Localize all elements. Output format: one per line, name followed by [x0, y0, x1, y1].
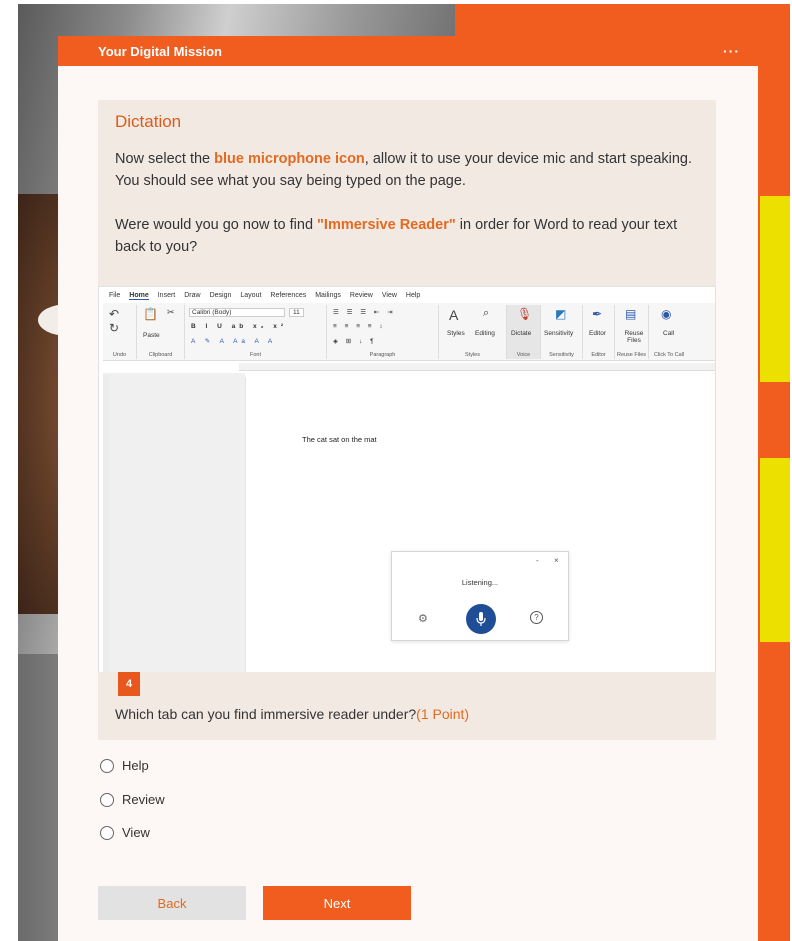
word-screenshot: File Home Insert Draw Design Layout Refe…: [98, 286, 716, 678]
more-options-button[interactable]: ···: [723, 43, 740, 59]
ribbon-group-paragraph: ☰ ☰ ☰ ⇤ ⇥ ≡ ≡ ≡ ≡ ↕ ◈ ⊞ ↓ ¶ Paragraph: [327, 305, 439, 359]
option-review[interactable]: Review: [100, 792, 165, 807]
styles-icon: A: [449, 307, 459, 323]
option-view[interactable]: View: [100, 825, 150, 840]
background-yellow-stripe: [760, 196, 790, 382]
option-label: Help: [122, 758, 149, 773]
dictate-microphone-icon: 🎙: [517, 307, 533, 321]
option-label: View: [122, 825, 150, 840]
gear-icon: ⚙: [418, 613, 428, 625]
font-name-box: Calibri (Body): [189, 308, 285, 317]
word-menu-item: View: [381, 292, 397, 299]
back-button[interactable]: Back: [98, 886, 246, 920]
sensitivity-icon: ◩: [555, 307, 567, 321]
microphone-icon: [466, 604, 496, 634]
redo-icon: ↻: [109, 321, 120, 335]
form-header: Your Digital Mission ···: [58, 36, 758, 66]
form-title: Your Digital Mission: [98, 43, 222, 59]
question-number: 4: [118, 672, 140, 696]
word-menu-bar: File Home Insert Draw Design Layout Refe…: [109, 292, 420, 300]
radio-button[interactable]: [100, 758, 114, 773]
cut-icon: ✂: [167, 307, 175, 317]
paste-icon: 📋: [143, 307, 158, 321]
list-icons: ☰ ☰ ☰ ⇤ ⇥: [333, 309, 396, 316]
font-format-icons: B I U ab x₂ x²: [191, 323, 288, 330]
ribbon-group-voice: 🎙 Dictate Voice: [507, 305, 541, 359]
help-icon: ?: [530, 611, 543, 624]
word-menu-item: Help: [405, 292, 421, 299]
search-icon: ⌕: [483, 307, 490, 319]
word-menu-item: Home: [129, 292, 149, 300]
ribbon-group-call: ◉ Call Click To Call: [653, 307, 685, 358]
word-menu-item: Mailings: [315, 292, 341, 299]
ribbon-group-editor: ✒ Editor Editor: [583, 305, 615, 359]
dictation-toolbar: - × Listening... ⚙ ?: [391, 551, 569, 641]
align-icons: ≡ ≡ ≡ ≡ ↕: [333, 323, 386, 330]
highlight-text: blue microphone icon: [214, 151, 365, 167]
word-ribbon: ↶ ↻ Undo 📋 Paste ✂ Clipboard Calibri (Bo…: [103, 303, 715, 361]
font-color-icons: A ✎ A Aa A A: [191, 338, 277, 345]
ribbon-group-clipboard: 📋 Paste ✂ Clipboard: [137, 305, 185, 359]
ribbon-group-sensitivity: ◩ Sensitivity Sensitivity: [541, 305, 583, 359]
reuse-files-icon: ▤: [625, 307, 637, 321]
document-text: The cat sat on the mat: [302, 435, 377, 444]
section-title: Dictation: [115, 112, 182, 131]
word-menu-item: References: [270, 292, 307, 299]
word-menu-item: Insert: [157, 292, 176, 299]
listening-status: Listening...: [461, 578, 499, 587]
question-text: Which tab can you find immersive reader …: [115, 706, 470, 722]
font-size-box: 11: [289, 308, 304, 317]
horizontal-ruler: [239, 363, 715, 371]
minimize-icon: -: [536, 556, 539, 565]
navigation-pane: [103, 373, 245, 677]
radio-button[interactable]: [100, 825, 114, 840]
option-label: Review: [122, 792, 165, 807]
ribbon-group-undo: ↶ ↻ Undo: [103, 305, 137, 359]
ribbon-group-styles: A Styles ⌕ Editing Styles: [439, 305, 507, 359]
vertical-ruler: [103, 375, 109, 675]
ribbon-group-reuse-files: ▤ Reuse Files Reuse Files: [615, 305, 649, 359]
next-button[interactable]: Next: [263, 886, 411, 920]
shading-icons: ◈ ⊞ ↓ ¶: [333, 338, 377, 345]
close-icon: ×: [554, 556, 559, 565]
radio-button[interactable]: [100, 792, 114, 807]
section-instruction: Now select the blue microphone icon, all…: [115, 151, 693, 189]
ribbon-group-font: Calibri (Body) 11 B I U ab x₂ x² A ✎ A A…: [185, 305, 327, 359]
highlight-text: "Immersive Reader": [317, 217, 456, 233]
word-menu-item: Draw: [184, 292, 201, 299]
form-card: Your Digital Mission ··· Dictation Now s…: [58, 36, 758, 941]
undo-icon: ↶: [109, 307, 120, 321]
background-yellow-stripe: [760, 458, 790, 642]
word-menu-item: File: [109, 292, 121, 299]
section-question-intro: Were would you go now to find "Immersive…: [115, 217, 678, 255]
call-icon: ◉: [661, 307, 672, 321]
word-menu-item: Design: [209, 292, 232, 299]
word-menu-item: Review: [349, 292, 373, 299]
question-points: (1 Point): [416, 706, 470, 722]
word-menu-item: Layout: [240, 292, 262, 299]
editor-pen-icon: ✒: [592, 307, 603, 321]
dictation-section: Dictation Now select the blue microphone…: [98, 100, 716, 678]
question-block: 4 Which tab can you find immersive reade…: [98, 672, 716, 740]
option-help[interactable]: Help: [100, 758, 149, 773]
